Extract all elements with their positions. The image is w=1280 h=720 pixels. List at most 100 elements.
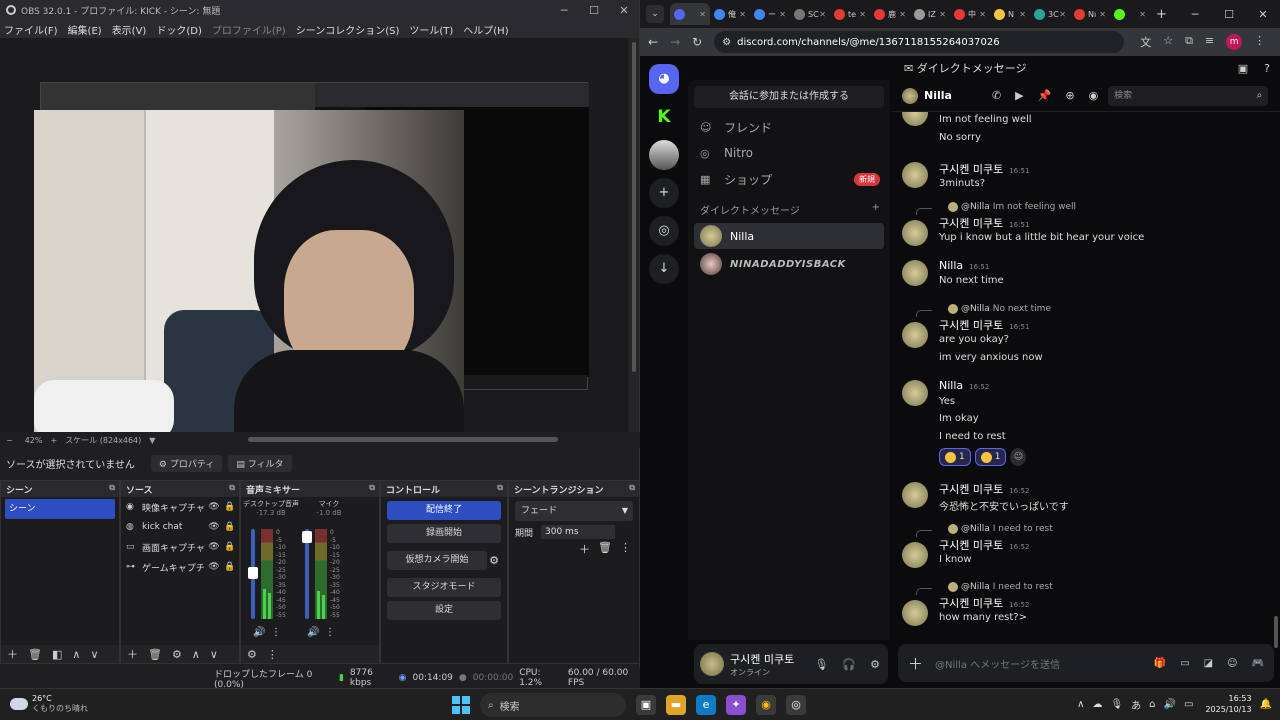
download-icon[interactable]: ↓ xyxy=(649,254,679,284)
message-composer[interactable]: ＋ @Nilla へメッセージを送信 🎁 ▭ ◪ ☺ 🎮 xyxy=(898,644,1274,682)
lock-icon[interactable]: 🔒 xyxy=(222,542,238,552)
voice-call-icon[interactable]: ✆ xyxy=(992,89,1001,102)
lock-icon[interactable]: 🔒 xyxy=(222,522,238,532)
help-icon[interactable]: ? xyxy=(1264,62,1270,75)
tray-overflow-icon[interactable]: ∧ xyxy=(1077,699,1084,710)
scale-dropdown-icon[interactable]: ▼ xyxy=(149,436,155,445)
menu-icon[interactable]: ⋮ xyxy=(1254,34,1265,50)
eye-icon[interactable]: 👁 xyxy=(206,502,222,512)
browser-tab[interactable]: te ✕ xyxy=(830,3,870,25)
source-item[interactable]: ⊶ ゲームキャプチャ 👁 🔒 xyxy=(121,557,239,577)
move-down-icon[interactable]: ∨ xyxy=(90,648,98,661)
browser-tab[interactable]: ✕ xyxy=(670,3,710,25)
add-transition-icon[interactable]: ＋ xyxy=(579,541,590,557)
server-avatar[interactable] xyxy=(649,140,679,170)
zoom-in-icon[interactable]: + xyxy=(50,436,57,445)
mixer-menu-icon[interactable]: ⋮ xyxy=(267,648,278,661)
microphone-icon[interactable]: 🎙 xyxy=(814,658,828,671)
mute-icon[interactable]: 🔊 xyxy=(307,627,319,638)
close-tab-icon[interactable]: ✕ xyxy=(1099,10,1106,19)
close-tab-icon[interactable]: ✕ xyxy=(819,10,826,19)
close-tab-icon[interactable]: ✕ xyxy=(979,10,986,19)
lock-icon[interactable]: 🔒 xyxy=(222,562,238,572)
discord-home-icon[interactable]: ◕ xyxy=(649,64,679,94)
nav-friends[interactable]: ☺ フレンド xyxy=(688,114,890,140)
eye-icon[interactable]: 👁 xyxy=(206,542,222,552)
dm-item-ninadaddyisback[interactable]: NINADADDYISBACK xyxy=(694,251,884,277)
onedrive-icon[interactable]: ☁ xyxy=(1092,699,1102,710)
zoom-out-icon[interactable]: − xyxy=(6,436,13,445)
start-button[interactable] xyxy=(452,696,470,714)
add-friend-icon[interactable]: ⊕ xyxy=(1065,89,1074,102)
file-explorer-icon[interactable]: ▬ xyxy=(666,695,686,715)
site-info-icon[interactable]: ⚙ xyxy=(722,37,731,48)
close-tab-icon[interactable]: ✕ xyxy=(859,10,866,19)
translate-icon[interactable]: 文 xyxy=(1140,34,1151,50)
menu-dock[interactable]: ドック(D) xyxy=(156,22,202,37)
reaction-button[interactable]: 1 xyxy=(939,448,971,466)
battery-icon[interactable]: ▭ xyxy=(1184,699,1193,710)
copilot-icon[interactable]: ✦ xyxy=(726,695,746,715)
close-tab-icon[interactable]: ✕ xyxy=(939,10,946,19)
attach-icon[interactable]: ＋ xyxy=(908,653,923,674)
sticker-icon[interactable]: ◪ xyxy=(1204,658,1213,669)
minimize-icon[interactable]: ─ xyxy=(1178,8,1212,21)
volume-icon[interactable]: 🔊 xyxy=(1164,699,1176,710)
reply-preview[interactable]: @Nilla I need to rest xyxy=(948,582,1053,592)
channel-menu-icon[interactable]: ⋮ xyxy=(271,627,281,638)
mute-icon[interactable]: 🔊 xyxy=(253,627,265,638)
close-tab-icon[interactable]: ✕ xyxy=(779,10,786,19)
message-input[interactable]: @Nilla へメッセージを送信 xyxy=(935,656,1060,671)
menu-edit[interactable]: 編集(E) xyxy=(68,22,102,37)
preview-hscroll[interactable] xyxy=(248,437,558,442)
dm-item-nilla[interactable]: Nilla xyxy=(694,223,884,249)
browser-tab[interactable]: ✕ xyxy=(1110,3,1150,25)
source-item[interactable]: ▭ 画面キャプチャ 👁 🔒 xyxy=(121,537,239,557)
start-recording-button[interactable]: 録画開始 xyxy=(387,524,501,543)
user-profile-icon[interactable]: ◉ xyxy=(1089,89,1099,102)
lock-icon[interactable]: 🔒 xyxy=(222,502,238,512)
transition-menu-icon[interactable]: ⋮ xyxy=(620,541,631,557)
network-icon[interactable]: ⌂ xyxy=(1149,699,1155,710)
new-tab-icon[interactable]: + xyxy=(1156,7,1167,22)
user-settings-icon[interactable]: ⚙ xyxy=(870,658,880,671)
video-call-icon[interactable]: ▶ xyxy=(1015,89,1023,102)
move-down-icon[interactable]: ∨ xyxy=(210,648,218,661)
add-source-icon[interactable]: ＋ xyxy=(127,646,138,662)
edge-icon[interactable]: e xyxy=(696,695,716,715)
eye-icon[interactable]: 👁 xyxy=(206,562,222,572)
browser-tab[interactable]: 俺 ✕ xyxy=(710,3,750,25)
headphones-icon[interactable]: 🎧 xyxy=(842,658,856,671)
duration-input[interactable]: 300 ms xyxy=(541,525,616,539)
reload-icon[interactable]: ↻ xyxy=(692,35,702,49)
obs-preview[interactable] xyxy=(0,38,639,432)
preview-scrollbar[interactable] xyxy=(629,38,639,432)
studio-mode-button[interactable]: スタジオモード xyxy=(387,578,501,597)
browser-tab[interactable]: ー ✕ xyxy=(750,3,790,25)
menu-scene-collection[interactable]: シーンコレクション(S) xyxy=(296,22,400,37)
close-tab-icon[interactable]: ✕ xyxy=(899,10,906,19)
scene-filter-icon[interactable]: ◧ xyxy=(52,648,62,661)
kick-server-icon[interactable]: K xyxy=(649,102,679,132)
chrome-icon[interactable]: ◉ xyxy=(756,695,776,715)
gif-icon[interactable]: ▭ xyxy=(1180,658,1189,669)
avatar[interactable] xyxy=(700,652,724,676)
back-icon[interactable]: ← xyxy=(648,35,658,49)
source-item[interactable]: ◉ 映像キャプチャ 👁 🔒 xyxy=(121,497,239,517)
start-virtual-camera-button[interactable]: 仮想カメラ開始 xyxy=(387,551,488,570)
chat-search-input[interactable]: 検索 ⌕ xyxy=(1108,85,1269,106)
browser-tab[interactable]: 3C ✕ xyxy=(1030,3,1070,25)
browser-tab[interactable]: IZ ✕ xyxy=(910,3,950,25)
channel-menu-icon[interactable]: ⋮ xyxy=(325,627,335,638)
bookmark-star-icon[interactable]: ☆ xyxy=(1163,34,1173,50)
create-dm-icon[interactable]: + xyxy=(872,202,880,217)
menu-view[interactable]: 表示(V) xyxy=(112,22,147,37)
tab-search-icon[interactable]: ⌄ xyxy=(646,5,664,23)
notification-icon[interactable]: 🔔 xyxy=(1260,699,1272,710)
reply-preview[interactable]: @Nilla I need to rest xyxy=(948,524,1053,534)
add-server-icon[interactable]: + xyxy=(649,178,679,208)
remove-transition-icon[interactable]: 🗑 xyxy=(598,541,612,557)
close-icon[interactable]: ✕ xyxy=(1246,8,1280,21)
chat-scrollbar[interactable] xyxy=(1274,616,1278,648)
menu-file[interactable]: ファイル(F) xyxy=(4,22,58,37)
